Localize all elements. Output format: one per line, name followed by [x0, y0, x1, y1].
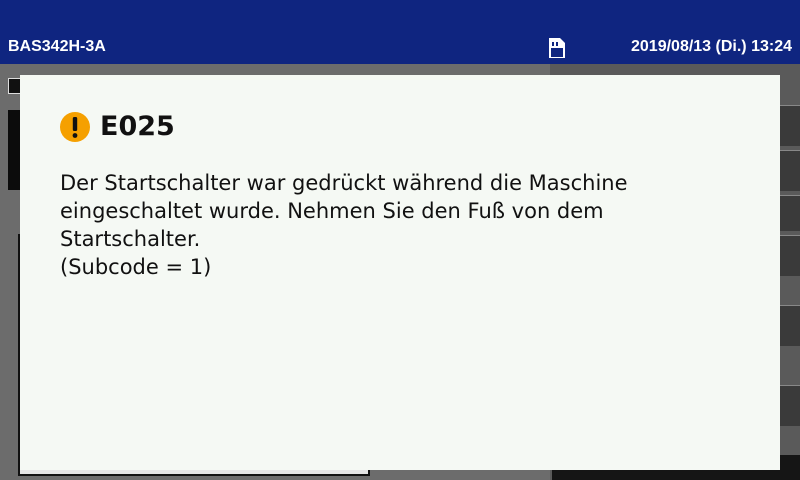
- date-time-label: 2019/08/13 (Di.) 13:24: [631, 38, 792, 55]
- sd-card-icon: [548, 37, 566, 59]
- background-side-button: [780, 305, 800, 346]
- background-side-button: [780, 105, 800, 146]
- background-side-button: [780, 150, 800, 191]
- error-dialog[interactable]: E025 Der Startschalter war gedrückt währ…: [20, 75, 780, 470]
- warning-icon: [60, 112, 90, 142]
- status-bar: BAS342H-3A 2019/08/13 (Di.) 13:24: [0, 0, 800, 64]
- background-side-button: [780, 195, 800, 231]
- machine-model-label: BAS342H-3A: [8, 38, 106, 55]
- error-message: Der Startschalter war gedrückt während d…: [60, 171, 628, 279]
- background-side-button: [780, 235, 800, 276]
- error-code: E025: [100, 111, 175, 142]
- background-side-button: [780, 385, 800, 426]
